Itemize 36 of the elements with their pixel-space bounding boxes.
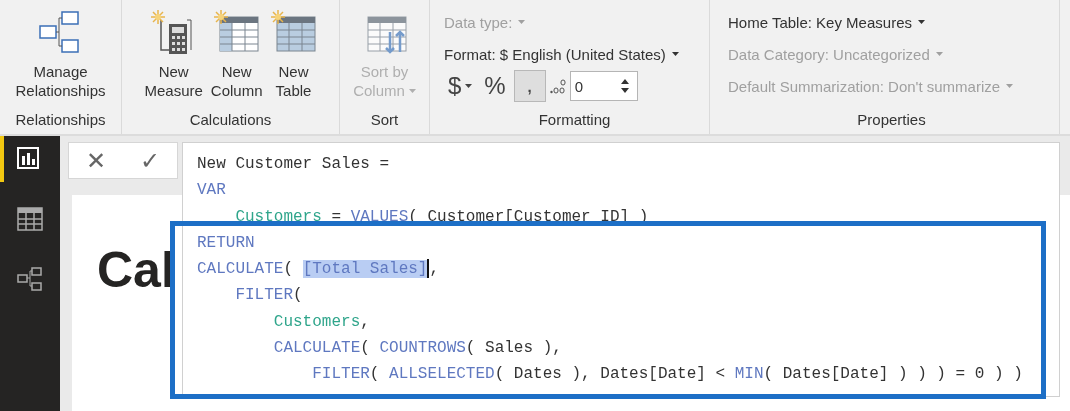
group-label: Sort (369, 110, 400, 130)
code-line: New Customer Sales = (197, 154, 390, 175)
percent-button[interactable]: % (480, 70, 510, 102)
decimal-places-field[interactable]: 0 (569, 71, 638, 101)
ribbon-button[interactable]: Manage Relationships (12, 6, 109, 106)
caret-icon (518, 20, 526, 24)
model-icon (17, 267, 43, 291)
comma-button[interactable]: , (513, 70, 546, 102)
ribbon-button[interactable]: New Column (207, 6, 266, 106)
property-dropdown[interactable]: Home Table: Key Measures (728, 6, 925, 38)
ribbon-button[interactable]: New Table (267, 6, 320, 106)
caret-icon (1006, 84, 1014, 88)
spinner-arrows-icon (620, 79, 629, 93)
group-label: Formatting (537, 110, 612, 130)
caret-icon (465, 84, 473, 88)
cancel-button[interactable]: ✕ (80, 146, 112, 175)
group-label: Relationships (14, 110, 107, 130)
currency-button[interactable]: $ (444, 70, 477, 102)
format-dropdown[interactable]: Format: $ English (United States) (444, 38, 679, 70)
caret-icon (935, 52, 943, 56)
code-line: FILTER( (234, 285, 303, 307)
ribbon-button[interactable]: New Measure (141, 6, 206, 106)
report-title: Cal (97, 242, 175, 298)
code-line: Customers, (272, 311, 370, 333)
code-line: CALCULATE( [Total Sales], (197, 258, 440, 281)
decimal-places-icon (549, 77, 566, 95)
commit-button[interactable]: ✓ (134, 146, 166, 175)
caret-icon (671, 52, 679, 56)
group-label: Calculations (188, 110, 273, 130)
code-line: CALCULATE( COUNTROWS( Sales ), (272, 338, 562, 360)
code-line: FILTER( ALLSELECTED( Dates ), Dates[Date] < MIN( Dates[Date] ) ) ) = 0 ) ) (311, 364, 1023, 386)
group-label: Properties (856, 110, 927, 130)
code-line: RETURN (197, 232, 255, 254)
code-line: VAR (197, 180, 226, 202)
caret-icon (918, 20, 925, 24)
table-icon (17, 207, 43, 231)
